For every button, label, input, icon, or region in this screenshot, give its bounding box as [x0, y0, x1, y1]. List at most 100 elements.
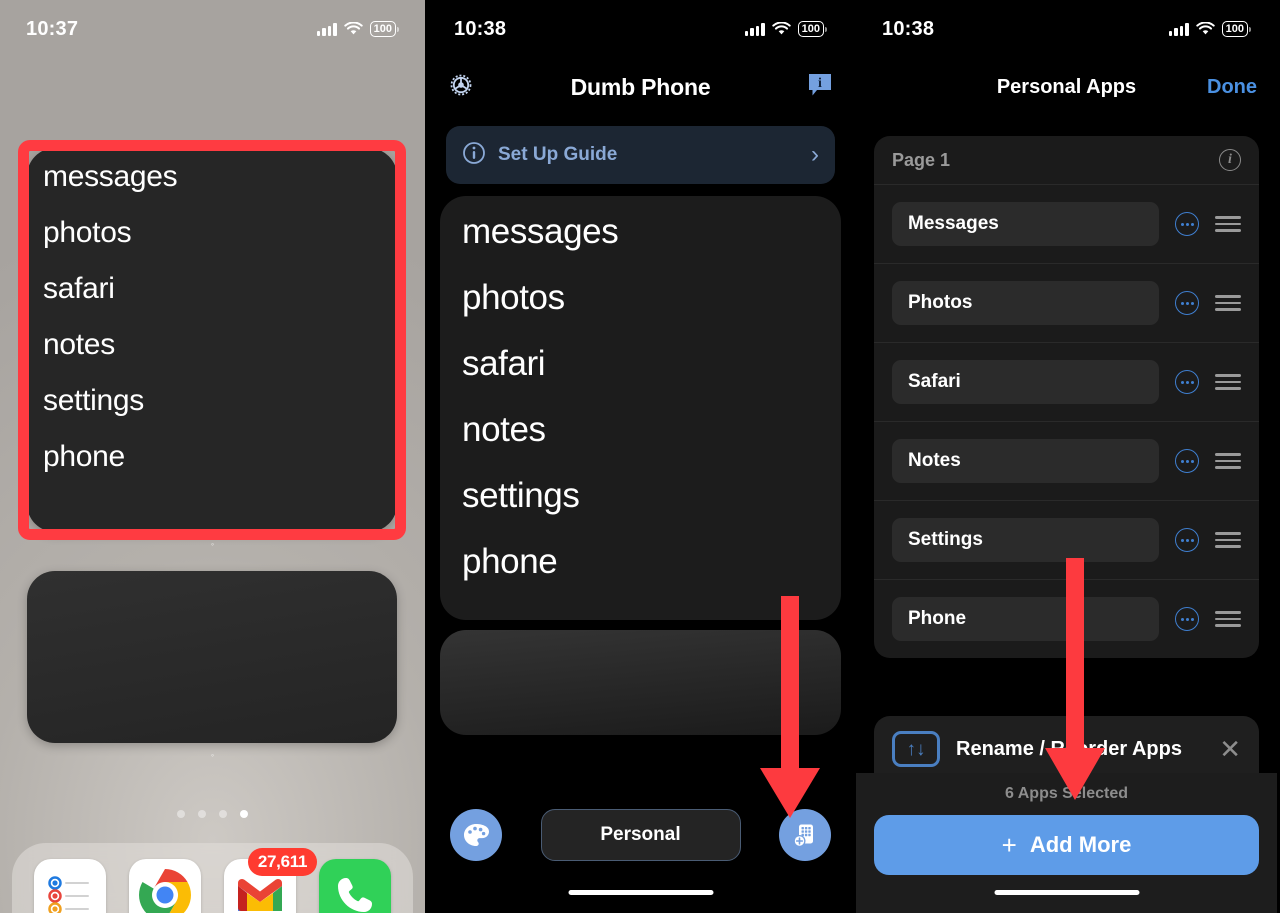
- status-bar: 10:38 100: [428, 0, 853, 58]
- app-name-field[interactable]: Messages: [892, 202, 1159, 246]
- svg-text:i: i: [818, 76, 822, 91]
- widget-app-item: settings: [43, 384, 144, 417]
- battery-level: 100: [1221, 20, 1248, 38]
- app-name-field[interactable]: Photos: [892, 281, 1159, 325]
- battery-nub: [1249, 26, 1251, 32]
- widget-app-item: photos: [43, 216, 132, 249]
- cellular-signal-icon: [1168, 22, 1189, 36]
- personal-apps-nav-bar: Personal Apps Done: [856, 58, 1277, 116]
- setup-guide-card[interactable]: Set Up Guide ›: [446, 126, 835, 184]
- widget-preview-app-list: messages photos safari notes settings ph…: [462, 214, 841, 579]
- page-dot[interactable]: [177, 810, 185, 818]
- screenshot-stage: 10:37 100 messages photos safari notes s…: [0, 0, 1280, 913]
- home-screen-dock: 27,611: [12, 843, 413, 913]
- status-indicators: 100: [744, 20, 827, 38]
- widget-preview-large[interactable]: messages photos safari notes settings ph…: [440, 196, 841, 620]
- widget-app-item: phone: [43, 440, 125, 473]
- widget-resize-dot: ◦: [210, 539, 215, 549]
- page-dot[interactable]: [198, 810, 206, 818]
- battery-indicator: 100: [369, 20, 399, 38]
- more-options-icon[interactable]: [1175, 370, 1199, 394]
- status-time: 10:38: [454, 17, 507, 40]
- table-row[interactable]: Messages: [874, 184, 1259, 263]
- empty-widget[interactable]: [27, 571, 397, 743]
- wifi-icon: [1195, 22, 1215, 35]
- app-name-field[interactable]: Notes: [892, 439, 1159, 483]
- app-bottom-toolbar: Personal: [428, 809, 853, 861]
- done-button[interactable]: Done: [1207, 76, 1257, 99]
- cellular-signal-icon: [744, 22, 765, 36]
- widget-app-item: notes: [43, 328, 115, 361]
- drag-handle-icon[interactable]: [1215, 611, 1241, 627]
- page-title: Personal Apps: [996, 75, 1137, 98]
- widget-preview-app-item: notes: [462, 410, 546, 449]
- table-row[interactable]: Notes: [874, 421, 1259, 500]
- palette-icon[interactable]: [450, 809, 502, 861]
- selection-count-label: 6 Apps Selected: [1004, 785, 1128, 802]
- setup-guide-label: Set Up Guide: [498, 144, 618, 165]
- profile-selector-button[interactable]: Personal: [540, 809, 741, 861]
- page-indicator[interactable]: [0, 810, 425, 818]
- chrome-app-icon[interactable]: [128, 859, 201, 913]
- page-app-list-card: Page 1 i Messages Photos Safari Notes Se…: [874, 136, 1259, 658]
- drag-handle-icon[interactable]: [1215, 295, 1241, 311]
- plus-icon: +: [1001, 830, 1017, 860]
- app-name-field[interactable]: Settings: [892, 518, 1159, 562]
- drag-handle-icon[interactable]: [1215, 453, 1241, 469]
- gear-icon[interactable]: [446, 70, 476, 105]
- widget-preview-app-item: phone: [462, 542, 558, 581]
- table-row[interactable]: Photos: [874, 263, 1259, 342]
- app-name-field[interactable]: Safari: [892, 360, 1159, 404]
- add-more-button[interactable]: + Add More: [874, 815, 1259, 875]
- more-options-icon[interactable]: [1175, 607, 1199, 631]
- wifi-icon: [343, 22, 363, 35]
- status-time: 10:38: [882, 17, 935, 40]
- add-app-icon[interactable]: [779, 809, 831, 861]
- reminders-app-icon[interactable]: [33, 859, 106, 913]
- page-dot[interactable]: [219, 810, 227, 818]
- page-header: Page 1 i: [874, 136, 1259, 184]
- table-row[interactable]: Phone: [874, 579, 1259, 658]
- widget-app-item: messages: [43, 160, 178, 193]
- widget-app-item: safari: [43, 272, 115, 305]
- gmail-unread-badge: 27,611: [247, 848, 318, 876]
- status-indicators: 100: [316, 20, 399, 38]
- wifi-icon: [771, 22, 791, 35]
- table-row[interactable]: Settings: [874, 500, 1259, 579]
- page-dot-active[interactable]: [240, 810, 248, 818]
- drag-handle-icon[interactable]: [1215, 532, 1241, 548]
- rename-reorder-label: Rename / Reorder Apps: [956, 737, 1182, 760]
- drag-handle-icon[interactable]: [1215, 374, 1241, 390]
- app-title: Dumb Phone: [570, 73, 711, 100]
- info-bubble-icon[interactable]: i: [805, 70, 835, 105]
- battery-level: 100: [369, 20, 396, 38]
- table-row[interactable]: Safari: [874, 342, 1259, 421]
- info-icon[interactable]: i: [1219, 149, 1241, 171]
- gmail-app-icon[interactable]: 27,611: [224, 848, 318, 913]
- phone-app-icon[interactable]: [319, 859, 392, 913]
- phone-panel-home-screen: 10:37 100 messages photos safari notes s…: [0, 0, 425, 913]
- status-bar: 10:37 100: [0, 0, 425, 58]
- drag-handle-icon[interactable]: [1215, 216, 1241, 232]
- more-options-icon[interactable]: [1175, 449, 1199, 473]
- widget-preview-app-item: messages: [462, 212, 619, 251]
- app-name-field[interactable]: Phone: [892, 597, 1159, 641]
- more-options-icon[interactable]: [1175, 291, 1199, 315]
- more-options-icon[interactable]: [1175, 528, 1199, 552]
- widget-preview-app-item: settings: [462, 476, 580, 515]
- chevron-right-icon: ›: [811, 141, 819, 168]
- battery-level: 100: [797, 20, 824, 38]
- dumb-phone-widget-large[interactable]: messages photos safari notes settings ph…: [27, 148, 397, 532]
- close-icon[interactable]: ✕: [1219, 736, 1241, 762]
- app-nav-bar: Dumb Phone i: [428, 58, 853, 116]
- phone-panel-personal-apps: 10:38 100 Personal Apps Done Page 1 i Me…: [853, 0, 1277, 913]
- reorder-icon: ↑↓: [892, 731, 940, 767]
- home-indicator: [994, 890, 1139, 895]
- battery-indicator: 100: [1221, 20, 1251, 38]
- more-options-icon[interactable]: [1175, 212, 1199, 236]
- status-bar: 10:38 100: [856, 0, 1277, 58]
- widget-preview-medium[interactable]: [440, 630, 841, 735]
- phone-panel-dumb-phone-app: 10:38 100 Dumb Phone i Set Up Guide › me…: [425, 0, 853, 913]
- battery-nub: [825, 26, 827, 32]
- status-time: 10:37: [26, 17, 79, 40]
